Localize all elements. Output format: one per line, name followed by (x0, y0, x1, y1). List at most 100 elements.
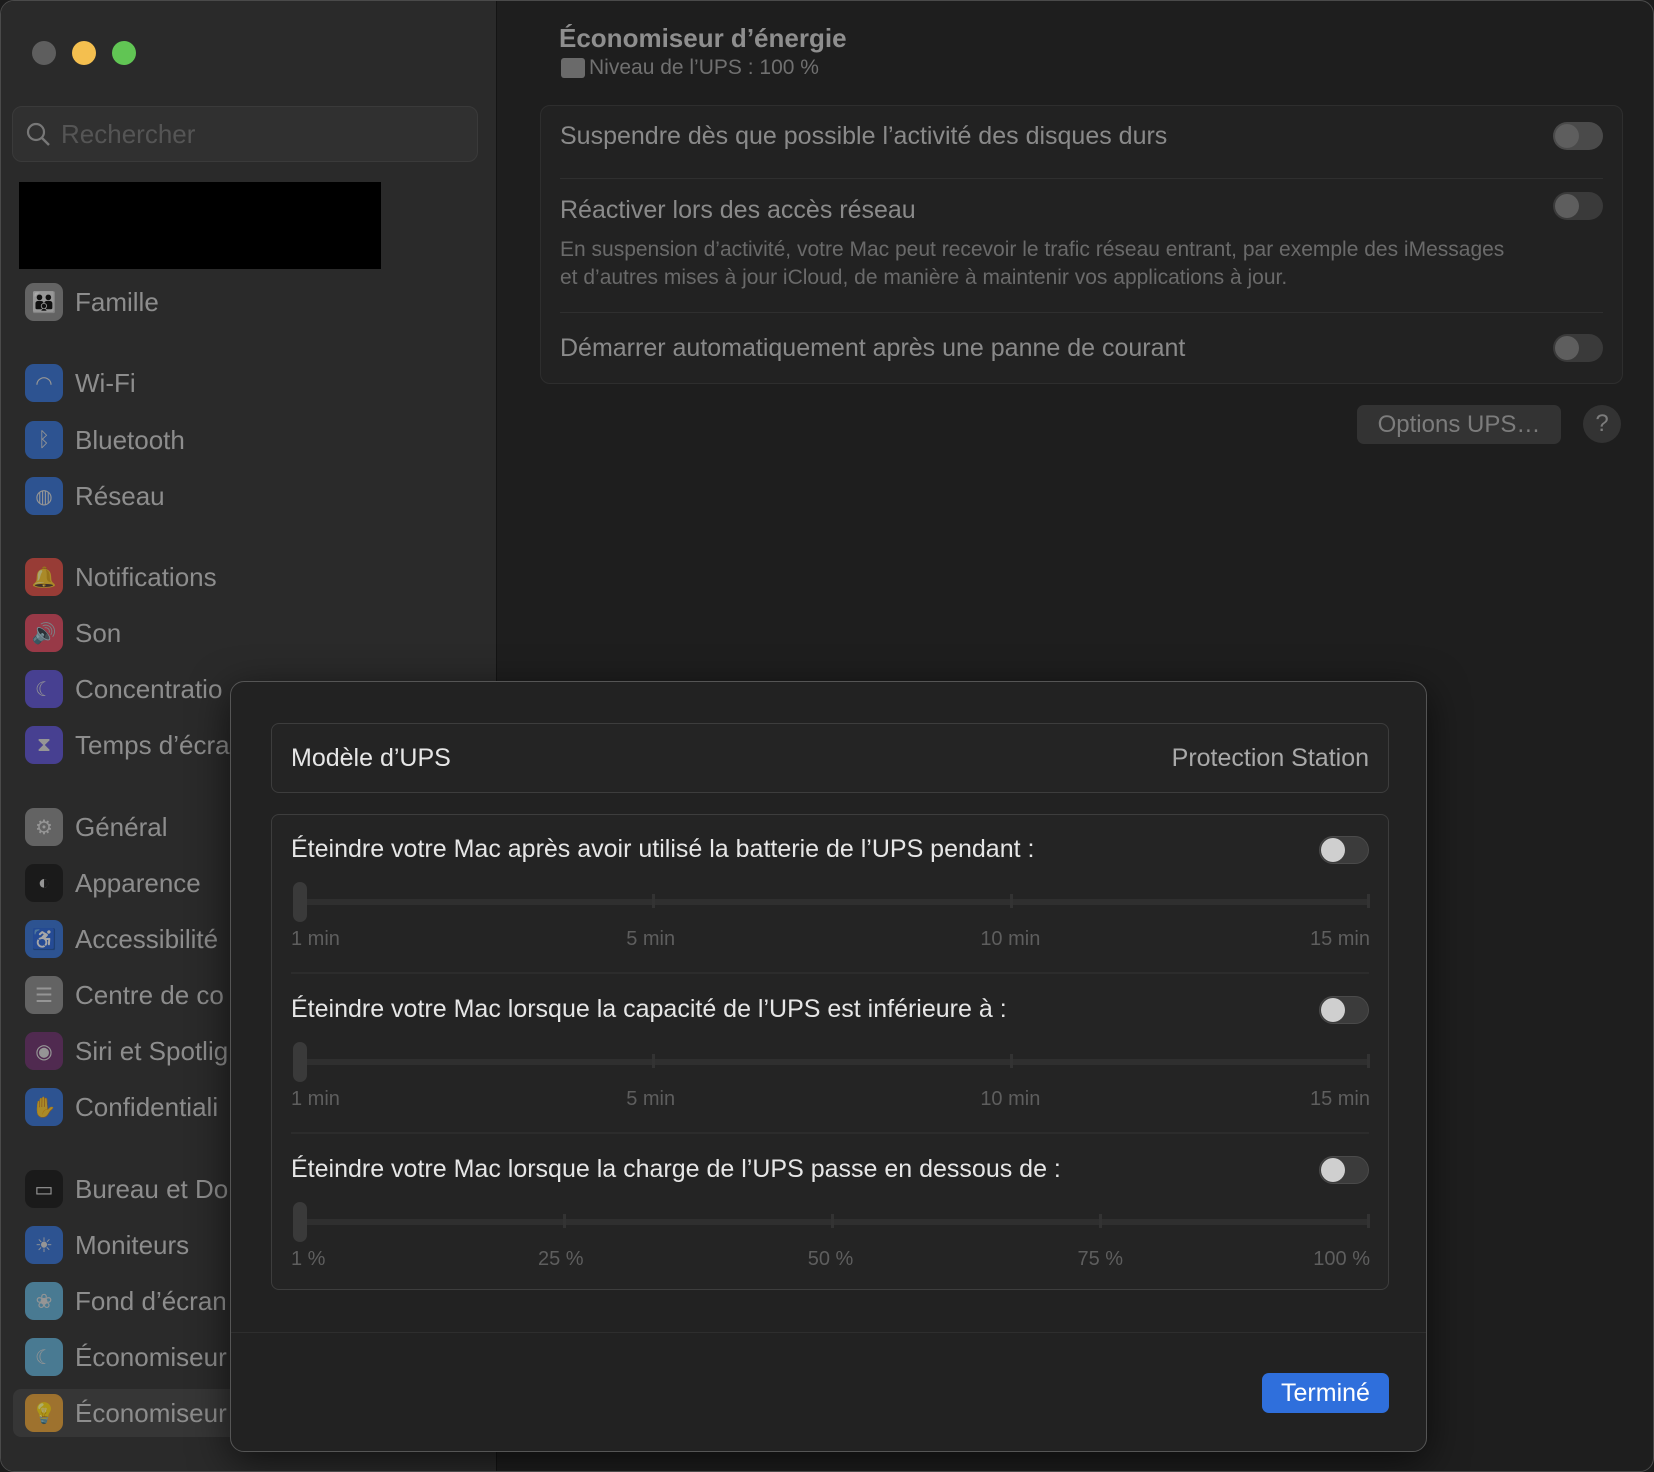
bell-icon: 🔔 (25, 558, 63, 596)
siri-icon: ◉ (25, 1032, 63, 1070)
sidebar-item-label: Bluetooth (75, 424, 185, 455)
sidebar-item-label: Moniteurs (75, 1229, 190, 1260)
sidebar-item-label: Bureau et Do (75, 1173, 229, 1204)
option-slider[interactable] (293, 1042, 1370, 1082)
sidebar-item-label: Économiseur (75, 1397, 227, 1428)
sidebar-item-label: Famille (75, 286, 159, 317)
sidebar-item-label: Notifications (75, 561, 217, 592)
sidebar-item-4[interactable]: ◍ Réseau (13, 472, 483, 520)
slider-tick-label: 5 min (626, 1088, 676, 1110)
appearance-icon: ◐ (25, 864, 63, 902)
auto-start-toggle[interactable] (1553, 334, 1603, 362)
settings-window: Rechercher 👪 Famille ◠ Wi-Fi ᛒ Bluetooth ◍ Rése… (0, 0, 1654, 1472)
dock-icon: ▭ (25, 1170, 63, 1208)
search-input[interactable]: Rechercher (12, 106, 478, 162)
slider-tick (1009, 894, 1013, 908)
slider-tick-label: 75 % (1077, 1248, 1124, 1270)
sidebar-item-label: Temps d’écra (75, 729, 230, 760)
sidebar-item-label: Centre de co (75, 979, 224, 1010)
slider-tick-label: 5 min (626, 928, 676, 950)
option-toggle[interactable] (1319, 1156, 1369, 1184)
hdd-sleep-toggle[interactable] (1553, 122, 1603, 150)
close-button[interactable] (32, 41, 56, 65)
speaker-icon: 🔊 (25, 614, 63, 652)
bluetooth-icon: ᛒ (25, 421, 63, 459)
slider-tick (831, 1214, 834, 1228)
option-toggle[interactable] (1319, 996, 1369, 1024)
sidebar-item-label: Général (75, 811, 168, 842)
zoom-button[interactable] (112, 41, 136, 65)
slider-thumb[interactable] (293, 882, 307, 922)
sun-icon: ☀ (25, 1226, 63, 1264)
slider-thumb[interactable] (293, 1202, 307, 1242)
sidebar-item-label: Wi-Fi (75, 367, 136, 398)
slider-tick (1367, 1214, 1370, 1228)
help-button[interactable]: ? (1583, 405, 1621, 443)
row-hdd-sleep-label: Suspendre dès que possible l’activité de… (560, 122, 1168, 150)
slider-tick (563, 1214, 566, 1228)
screensaver-icon: ☾ (25, 1338, 63, 1376)
slider-tick-label: 100 % (1313, 1248, 1370, 1270)
slider-tick-label: 1 min (291, 928, 340, 950)
sidebar-item-label: Accessibilité (75, 923, 219, 954)
slider-tick-label: 25 % (537, 1248, 584, 1270)
sidebar-item-label: Confidentiali (75, 1091, 219, 1122)
sidebar-item-3[interactable]: ᛒ Bluetooth (13, 416, 483, 464)
divider (560, 178, 1603, 179)
row-wake-network-description: En suspension d’activité, votre Mac peut… (560, 238, 1505, 289)
sidebar-item-label: Réseau (75, 480, 165, 511)
ups-level-text: Niveau de l’UPS : 100 % (589, 56, 819, 79)
ups-options-button[interactable]: Options UPS… (1357, 405, 1561, 444)
sidebar-item-1[interactable]: 👪 Famille (13, 278, 483, 326)
slider-tick (652, 1054, 656, 1068)
sidebar-item-5[interactable]: 🔔 Notifications (13, 553, 483, 601)
slider-tick (1367, 1054, 1370, 1068)
search-icon (26, 122, 50, 146)
hand-icon: ✋ (25, 1088, 63, 1126)
sidebar-item-label: Économiseur (75, 1341, 227, 1372)
option-slider[interactable] (293, 882, 1370, 922)
slider-tick-label: 15 min (1309, 928, 1370, 950)
slider-tick (1099, 1214, 1102, 1228)
slider-tick-label: 15 min (1309, 1088, 1370, 1110)
slider-tick-label: 10 min (980, 1088, 1041, 1110)
moon-icon: ☾ (25, 670, 63, 708)
sidebar-item-label: Apparence (75, 867, 201, 898)
ups-shutdown-options: Éteindre votre Mac après avoir utilisé l… (271, 814, 1389, 1290)
wifi-icon: ◠ (25, 364, 63, 402)
option-toggle[interactable] (1319, 836, 1369, 864)
sidebar-item-2[interactable]: ◠ Wi-Fi (13, 359, 483, 407)
option-label: Éteindre votre Mac après avoir utilisé l… (291, 835, 1035, 863)
sidebar-item-6[interactable]: 🔊 Son (13, 609, 483, 657)
slider-tick-label: 1 % (291, 1248, 326, 1270)
control-center-icon: ☰ (25, 976, 63, 1014)
accessibility-icon: ♿ (25, 920, 63, 958)
search-placeholder: Rechercher (61, 118, 196, 149)
row-wake-network-label: Réactiver lors des accès réseau (560, 196, 916, 224)
done-button[interactable]: Terminé (1262, 1373, 1389, 1413)
lightbulb-icon: 💡 (25, 1394, 63, 1432)
option-label: Éteindre votre Mac lorsque la capacité d… (291, 995, 1007, 1023)
slider-tick-label: 10 min (980, 928, 1041, 950)
minimize-button[interactable] (72, 41, 96, 65)
battery-charging-icon (561, 58, 585, 78)
ups-model-box: Modèle d’UPS Protection Station (271, 723, 1389, 793)
sidebar-item-label: Siri et Spotlig (75, 1035, 229, 1066)
sidebar-item-label: Son (75, 617, 122, 648)
gear-icon: ⚙ (25, 808, 63, 846)
slider-tick-label: 1 min (291, 1088, 340, 1110)
option-label: Éteindre votre Mac lorsque la charge de … (291, 1155, 1061, 1183)
option-slider[interactable] (293, 1202, 1370, 1242)
slider-tick (1009, 1054, 1013, 1068)
globe-icon: ◍ (25, 477, 63, 515)
wake-network-toggle[interactable] (1553, 192, 1603, 220)
flower-icon: ❀ (25, 1282, 63, 1320)
slider-tick-label: 50 % (807, 1248, 854, 1270)
ups-model-value: Protection Station (1171, 744, 1369, 772)
slider-thumb[interactable] (293, 1042, 307, 1082)
energy-settings-card: Suspendre dès que possible l’activité de… (540, 105, 1623, 384)
slider-tick (652, 894, 656, 908)
sidebar-item-label: Fond d’écran (75, 1285, 227, 1316)
family-icon: 👪 (25, 283, 63, 321)
ups-model-label: Modèle d’UPS (291, 744, 451, 772)
